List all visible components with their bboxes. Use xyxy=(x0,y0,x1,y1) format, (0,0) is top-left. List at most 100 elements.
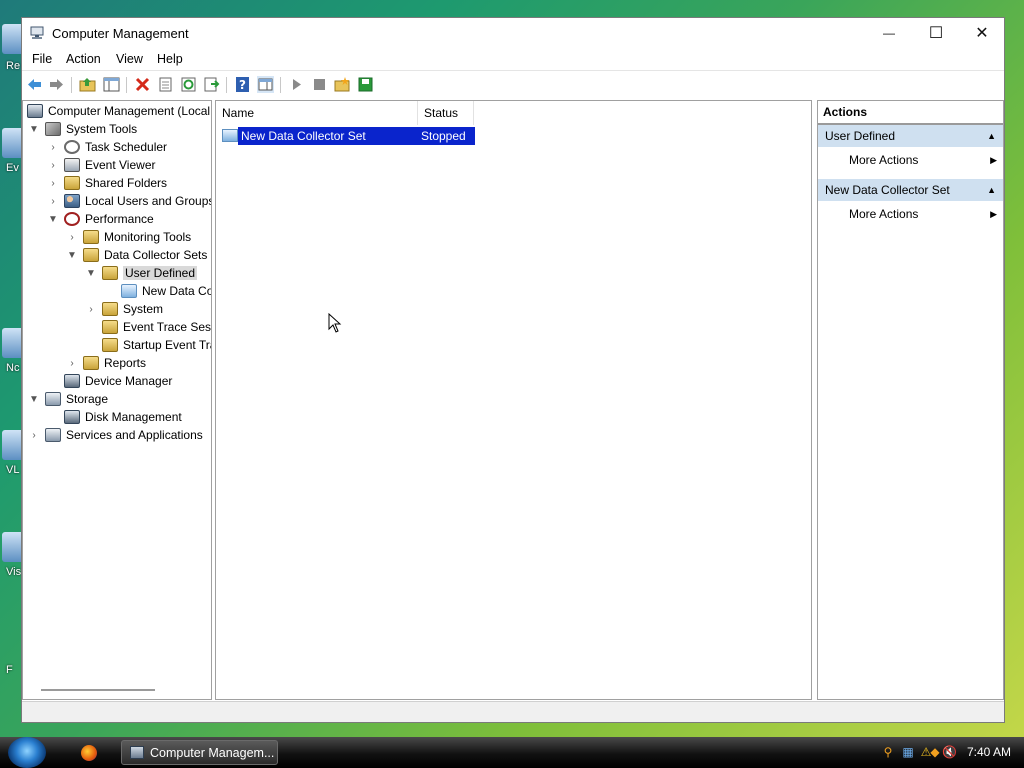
chevron-down-icon[interactable]: ▼ xyxy=(86,268,96,279)
new-folder-icon[interactable] xyxy=(334,76,351,93)
actions-section-new-data-collector-set[interactable]: New Data Collector Set ▲ xyxy=(818,179,1003,201)
submenu-arrow-icon: ▶ xyxy=(990,209,997,219)
title-bar[interactable]: Computer Management — ☐ ✕ xyxy=(22,18,1004,48)
stop-icon[interactable] xyxy=(311,76,328,93)
window-title: Computer Management xyxy=(52,26,189,41)
desktop-label: Re xyxy=(6,60,21,72)
reports-folder-icon xyxy=(83,356,99,370)
firefox-icon[interactable] xyxy=(81,745,97,761)
start-orb-icon[interactable] xyxy=(8,737,46,768)
toolbar: ? xyxy=(22,70,1004,99)
search-icon[interactable]: ⚲ xyxy=(881,745,895,759)
users-icon xyxy=(64,194,80,208)
chevron-right-icon[interactable]: › xyxy=(29,430,39,441)
up-folder-icon[interactable] xyxy=(79,76,96,93)
delete-icon[interactable] xyxy=(134,76,151,93)
status-bar xyxy=(22,701,1004,722)
tree-node-system[interactable]: › System xyxy=(86,300,163,318)
collapse-up-icon[interactable]: ▲ xyxy=(987,125,996,147)
tree-node-monitoring-tools[interactable]: › Monitoring Tools xyxy=(67,228,191,246)
chevron-right-icon[interactable]: › xyxy=(67,358,77,369)
properties-icon[interactable] xyxy=(157,76,174,93)
tree-node-startup-event-trace[interactable]: Startup Event Tra xyxy=(102,336,211,354)
tree-node-shared-folders[interactable]: › Shared Folders xyxy=(48,174,167,192)
chevron-right-icon[interactable]: › xyxy=(86,304,96,315)
startup-trace-folder-icon xyxy=(102,338,118,352)
back-arrow-icon[interactable] xyxy=(26,76,43,93)
minimize-icon: — xyxy=(883,26,895,40)
forward-arrow-icon[interactable] xyxy=(48,76,65,93)
tree-node-event-trace-sessions[interactable]: Event Trace Sess xyxy=(102,318,211,336)
chevron-right-icon[interactable]: › xyxy=(48,178,58,189)
export-list-icon[interactable] xyxy=(203,76,220,93)
tree-node-event-viewer[interactable]: › Event Viewer xyxy=(48,156,155,174)
close-button[interactable]: ✕ xyxy=(959,18,1005,48)
column-header-status[interactable]: Status xyxy=(418,101,474,125)
results-list-view[interactable]: Name Status New Data Collector Set Stopp… xyxy=(215,100,812,700)
menu-action[interactable]: Action xyxy=(66,52,101,66)
data-collector-folder-icon xyxy=(83,248,99,262)
taskbar-computer-management[interactable]: Computer Managem... xyxy=(121,740,278,765)
chevron-down-icon[interactable]: ▼ xyxy=(29,394,39,405)
chevron-right-icon[interactable]: › xyxy=(48,142,58,153)
actions-section-user-defined[interactable]: User Defined ▲ xyxy=(818,125,1003,147)
chevron-down-icon[interactable]: ▼ xyxy=(29,124,39,135)
tree-node-reports[interactable]: › Reports xyxy=(67,354,146,372)
help-icon[interactable]: ? xyxy=(234,76,251,93)
tree-node-disk-management[interactable]: Disk Management xyxy=(64,408,182,426)
tree-node-performance[interactable]: ▼ Performance xyxy=(48,210,154,228)
shared-folder-icon xyxy=(64,176,80,190)
data-collector-icon xyxy=(222,129,238,142)
menu-file[interactable]: File xyxy=(32,52,52,66)
minimize-button[interactable]: — xyxy=(866,18,912,48)
save-template-icon[interactable] xyxy=(357,76,374,93)
tree-node-services-applications[interactable]: › Services and Applications xyxy=(29,426,203,444)
list-row-selected[interactable]: New Data Collector Set Stopped xyxy=(220,127,475,145)
tree-node-task-scheduler[interactable]: › Task Scheduler xyxy=(48,138,167,156)
chevron-right-icon[interactable]: › xyxy=(48,196,58,207)
chevron-down-icon[interactable]: ▼ xyxy=(48,214,58,225)
close-icon: ✕ xyxy=(975,25,989,42)
network-icon[interactable]: ▦ xyxy=(901,745,915,759)
show-action-pane-icon[interactable] xyxy=(257,76,274,93)
monitoring-folder-icon xyxy=(83,230,99,244)
computer-management-icon xyxy=(30,26,44,39)
tree-node-data-collector-sets[interactable]: ▼ Data Collector Sets xyxy=(67,246,207,264)
user-defined-folder-icon xyxy=(102,266,118,280)
tree-node-local-users-groups[interactable]: › Local Users and Groups xyxy=(48,192,211,210)
desktop-label: VL xyxy=(6,464,20,476)
desktop-label: Vis xyxy=(6,566,22,578)
svg-text:?: ? xyxy=(239,78,246,92)
security-icon[interactable]: ◆ xyxy=(928,745,942,759)
maximize-button[interactable]: ☐ xyxy=(913,18,959,48)
storage-icon xyxy=(45,392,61,406)
chevron-down-icon[interactable]: ▼ xyxy=(67,250,77,261)
refresh-icon[interactable] xyxy=(180,76,197,93)
taskbar: Computer Managem... ⚲ ▦ ⚠ ◆ 🔇 7:40 AM xyxy=(0,737,1024,768)
column-header-name[interactable]: Name xyxy=(216,101,418,125)
tree-node-new-data-collector[interactable]: New Data Co xyxy=(121,282,211,300)
more-actions-user-defined[interactable]: More Actions ▶ xyxy=(818,149,1003,171)
menu-help[interactable]: Help xyxy=(157,52,183,66)
services-icon xyxy=(45,428,61,442)
clock[interactable]: 7:40 AM xyxy=(967,745,1011,759)
navigation-tree[interactable]: Computer Management (Local ▼ System Tool… xyxy=(22,100,212,700)
event-trace-folder-icon xyxy=(102,320,118,334)
show-hide-tree-icon[interactable] xyxy=(103,76,120,93)
tree-node-computer-management[interactable]: Computer Management (Local xyxy=(27,102,210,120)
tree-node-storage[interactable]: ▼ Storage xyxy=(29,390,108,408)
more-actions-new-data-collector-set[interactable]: More Actions ▶ xyxy=(818,203,1003,225)
submenu-arrow-icon: ▶ xyxy=(990,155,997,165)
tree-node-user-defined[interactable]: ▼ User Defined xyxy=(86,264,198,282)
tree-horizontal-scrollbar[interactable] xyxy=(41,689,155,691)
clock-icon xyxy=(64,140,80,154)
chevron-right-icon[interactable]: › xyxy=(48,160,58,171)
collapse-up-icon[interactable]: ▲ xyxy=(987,179,996,201)
menu-bar: File Action View Help xyxy=(22,48,1004,70)
volume-muted-icon[interactable]: 🔇 xyxy=(942,745,957,759)
tree-node-system-tools[interactable]: ▼ System Tools xyxy=(29,120,137,138)
tree-node-device-manager[interactable]: Device Manager xyxy=(64,372,172,390)
chevron-right-icon[interactable]: › xyxy=(67,232,77,243)
start-play-icon[interactable] xyxy=(288,76,305,93)
menu-view[interactable]: View xyxy=(116,52,143,66)
